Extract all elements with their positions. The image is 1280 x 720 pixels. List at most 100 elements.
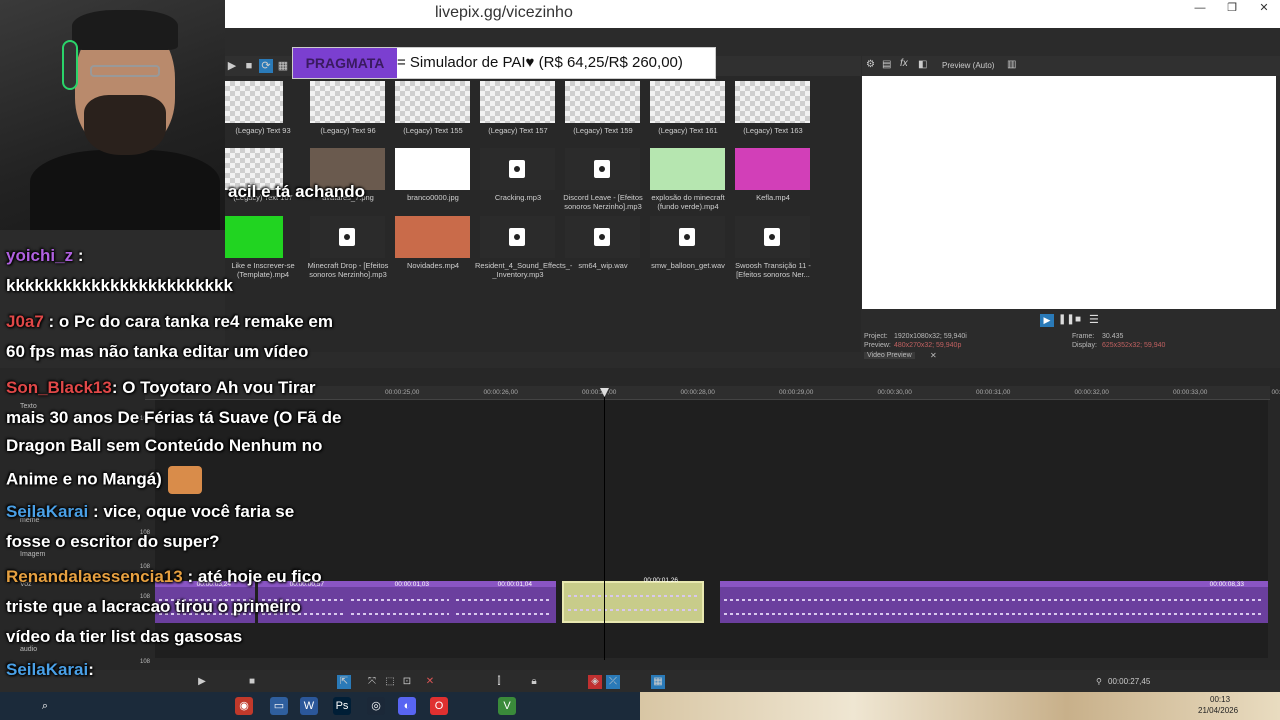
audio-clip[interactable]: 00:00:01,04	[452, 581, 556, 623]
chat-username: Renandalaessencia13	[6, 567, 183, 586]
media-thumbnail[interactable]	[650, 216, 725, 258]
media-thumbnail[interactable]	[565, 148, 640, 190]
maximize-button[interactable]: ❐	[1217, 0, 1247, 18]
media-thumbnail[interactable]	[650, 81, 725, 123]
waveform	[456, 599, 552, 601]
split-screen-icon[interactable]: ◧	[918, 59, 927, 70]
media-thumbnail[interactable]	[480, 81, 555, 123]
media-thumbnail[interactable]	[480, 148, 555, 190]
folder-icon[interactable]: ▭	[270, 697, 288, 715]
word-icon[interactable]: W	[300, 697, 318, 715]
gear-icon[interactable]: ⚙	[866, 59, 875, 70]
vegas-icon[interactable]: V	[498, 697, 516, 715]
preview-info: Project: 1920x1080x32; 59,940i Preview: …	[862, 331, 1280, 365]
ruler-tick-label: 00:00:25,00	[385, 389, 420, 396]
auto-ripple-icon[interactable]: ◈	[588, 675, 602, 689]
donation-tag: PRAGMATA	[293, 48, 397, 78]
chat-message: SeilaKarai : vice, oque você faria se	[6, 502, 294, 522]
media-caption: (Legacy) Text 161	[658, 126, 718, 135]
grid-icon[interactable]: ▦	[651, 675, 665, 689]
stop-icon[interactable]: ■	[1075, 314, 1081, 325]
delete-icon[interactable]: ✕	[423, 675, 437, 689]
stop-icon[interactable]: ■	[245, 675, 259, 689]
chrome-icon[interactable]: ◉	[235, 697, 253, 715]
window-title: livepix.gg/vicezinho	[435, 4, 573, 21]
webcam-glasses	[90, 65, 160, 77]
stop-icon[interactable]: ■	[242, 59, 256, 73]
preview-value: 480x270x32; 59,940p	[894, 342, 962, 349]
normal-edit-tool-icon[interactable]: ⇱	[337, 675, 351, 689]
chat-text: : o Pc do cara tanka re4 remake em	[43, 312, 333, 331]
steam-icon[interactable]: ◎	[367, 697, 385, 715]
media-thumbnail[interactable]	[225, 81, 283, 123]
minimize-button[interactable]: —	[1185, 0, 1215, 18]
donation-banner: PRAGMATA = Simulador de PAI♥ (R$ 64,25/R…	[292, 47, 716, 79]
chat-message: acil e tá achando	[228, 182, 365, 202]
waveform	[568, 609, 698, 611]
opera-icon[interactable]: O	[430, 697, 448, 715]
audio-file-icon	[594, 160, 610, 178]
audio-file-icon	[339, 228, 355, 246]
media-thumbnail[interactable]	[565, 216, 640, 258]
chat-text: :	[73, 246, 84, 265]
pause-icon[interactable]: ❚❚	[1058, 314, 1075, 325]
media-thumbnail[interactable]	[395, 216, 470, 258]
track-header[interactable]: Imagem 108	[0, 550, 155, 570]
media-thumbnail[interactable]	[480, 216, 555, 258]
envelope-tool-icon[interactable]: ⤧	[365, 675, 379, 689]
ruler-tick-label: 00:00:32,00	[1074, 389, 1109, 396]
chat-username: Son_Black13	[6, 378, 112, 397]
chat-message: 60 fps mas não tanka editar um vídeo	[6, 342, 308, 362]
search-icon[interactable]: ⌕	[36, 697, 54, 715]
view-icon[interactable]: ▦	[276, 59, 290, 73]
chat-text: 60 fps mas não tanka editar um vídeo	[6, 342, 309, 361]
media-thumbnail[interactable]	[310, 216, 385, 258]
photoshop-icon[interactable]: Ps	[333, 697, 351, 715]
media-thumbnail[interactable]	[310, 81, 385, 123]
headset-icon	[62, 40, 78, 90]
media-thumbnail[interactable]	[735, 148, 810, 190]
chat-text: fosse o escritor do super?	[6, 532, 220, 551]
marker-icon: ⚲	[1096, 677, 1102, 686]
cursor-time: 00:00:27,45	[1108, 677, 1151, 686]
media-caption: branco0000.jpg	[407, 193, 459, 202]
title-bar: livepix.gg/vicezinho — ❐ ✕	[225, 0, 1280, 28]
track-header[interactable]: audio 108	[0, 645, 155, 665]
discord-icon[interactable]: ◐	[398, 697, 416, 715]
waveform	[456, 613, 552, 615]
media-thumbnail[interactable]	[565, 81, 640, 123]
play-icon[interactable]: ▶	[225, 59, 239, 73]
media-thumbnail[interactable]	[650, 148, 725, 190]
project-label: Project:	[864, 333, 888, 340]
media-thumbnail[interactable]	[395, 148, 470, 190]
chat-text: mais 30 anos De Férias tá Suave (O Fã de	[6, 408, 342, 427]
close-button[interactable]: ✕	[1249, 0, 1279, 18]
snapping-icon[interactable]: ⤫	[606, 675, 620, 689]
media-thumbnail[interactable]	[395, 81, 470, 123]
playhead-line[interactable]	[604, 390, 605, 660]
selection-tool-icon[interactable]: ⬚	[383, 675, 397, 689]
audio-clip[interactable]: 00:00:08,33	[720, 581, 1268, 623]
audio-clip[interactable]: 00:00:01,26	[562, 577, 704, 623]
close-icon[interactable]: ✕	[930, 351, 937, 360]
zoom-tool-icon[interactable]: ⊡	[400, 675, 414, 689]
menu-icon[interactable]: ☰	[1089, 313, 1099, 326]
auto-preview-icon[interactable]: ⟳	[259, 59, 273, 73]
media-thumbnail[interactable]	[735, 81, 810, 123]
video-preview-tab[interactable]: Video Preview	[864, 352, 915, 359]
audio-clip[interactable]: 00:00:01,03	[347, 581, 453, 623]
play-icon[interactable]: ▶	[1040, 314, 1054, 327]
media-thumbnail[interactable]	[735, 216, 810, 258]
track-level: 108	[140, 659, 151, 665]
fx-icon[interactable]: fx	[900, 58, 908, 69]
media-thumbnail[interactable]	[225, 216, 283, 258]
media-caption: (Legacy) Text 157	[488, 126, 548, 135]
properties-icon[interactable]: ▤	[882, 59, 891, 70]
chat-message: Son_Black13: O Toyotaro Ah vou Tirar	[6, 378, 316, 398]
overlays-icon[interactable]: ▥	[1007, 59, 1016, 70]
play-icon[interactable]: ▶	[195, 675, 209, 689]
preview-quality-dropdown[interactable]: Preview (Auto)	[942, 61, 994, 70]
split-icon[interactable]: ⫿	[492, 675, 506, 689]
ruler-tick-label: 00:00:27,00	[582, 389, 617, 396]
lock-icon[interactable]: 🔒︎	[527, 675, 541, 689]
